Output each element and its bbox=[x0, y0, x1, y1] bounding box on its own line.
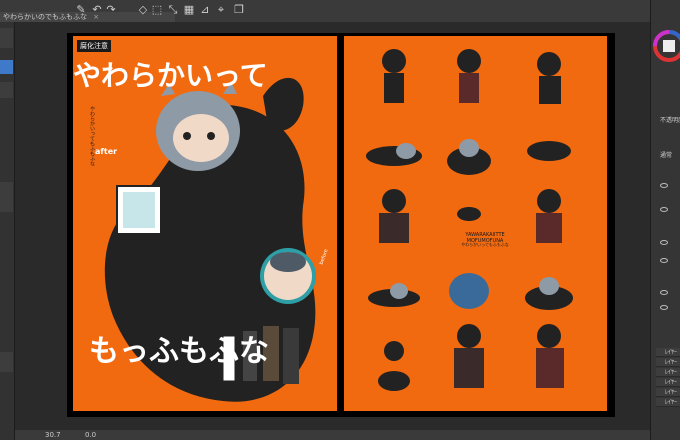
eye-icon[interactable] bbox=[660, 290, 668, 295]
top-toolbar: やわらかいのでもふもふな × ✎ ↶ ↷ ◇ ⬚ ⤡ ▦ ⊿ ⌖ ❐ bbox=[0, 0, 680, 23]
snap-icon[interactable]: ⌖ bbox=[214, 3, 228, 17]
ruler-icon[interactable]: ⊿ bbox=[198, 3, 212, 17]
tool-slot[interactable] bbox=[0, 352, 13, 372]
zoom-value[interactable]: 30.7 bbox=[45, 430, 61, 440]
grid-icon[interactable]: ▦ bbox=[182, 3, 196, 17]
eye-icon[interactable] bbox=[660, 183, 668, 188]
back-subtitle: やわらかいってもふもふな bbox=[461, 242, 509, 247]
coords-value: 0.0 bbox=[85, 431, 97, 439]
layer-row[interactable]: ﾚｲﾔｰ bbox=[656, 398, 680, 407]
left-tool-panel bbox=[0, 22, 15, 440]
blend-mode-label[interactable]: 通常 bbox=[660, 150, 672, 159]
eye-icon[interactable] bbox=[660, 305, 668, 310]
cover-title-bottom: もっふもふな bbox=[89, 334, 269, 369]
status-bar: 30.7 0.0 bbox=[15, 430, 650, 440]
redo-icon[interactable]: ↷ bbox=[104, 3, 118, 17]
layer-row[interactable]: ﾚｲﾔｰ bbox=[656, 358, 680, 367]
cover-title-top: やわらかいって bbox=[73, 59, 268, 92]
layer-row[interactable]: ﾚｲﾔｰ bbox=[656, 378, 680, 387]
layer-row[interactable]: ﾚｲﾔｰ bbox=[656, 368, 680, 377]
layer-row[interactable]: ﾚｲﾔｰ bbox=[656, 388, 680, 397]
eye-icon[interactable] bbox=[660, 258, 668, 263]
layer-icon[interactable]: ❐ bbox=[232, 3, 246, 17]
color-wheel-icon[interactable] bbox=[651, 28, 680, 68]
transform-icon[interactable]: ⤡ bbox=[166, 3, 180, 17]
layer-row[interactable]: ﾚｲﾔｰ bbox=[656, 348, 680, 357]
warning-badge: 腐化注意 bbox=[77, 40, 111, 52]
tool-slot[interactable] bbox=[0, 82, 13, 98]
tool-slot[interactable] bbox=[0, 28, 13, 48]
eraser-icon[interactable]: ◇ bbox=[136, 3, 150, 17]
cover-vertical-text: やわらかいってもふもふな bbox=[89, 106, 95, 166]
undo-icon[interactable]: ↶ bbox=[90, 3, 104, 17]
eye-icon[interactable] bbox=[660, 207, 668, 212]
pen-tool-icon[interactable]: ✎ bbox=[74, 3, 88, 17]
back-illustration bbox=[366, 49, 573, 391]
tool-slot[interactable] bbox=[0, 182, 13, 212]
active-tool-slot[interactable] bbox=[0, 60, 13, 74]
after-label: after bbox=[95, 147, 118, 156]
opacity-label: 不透明度 bbox=[660, 117, 680, 124]
select-icon[interactable]: ⬚ bbox=[150, 3, 164, 17]
front-cover: やわらかいって もっふもふな やわらかいってもふもふな bbox=[73, 36, 337, 411]
back-cover bbox=[344, 36, 607, 411]
eye-icon[interactable] bbox=[660, 240, 668, 245]
